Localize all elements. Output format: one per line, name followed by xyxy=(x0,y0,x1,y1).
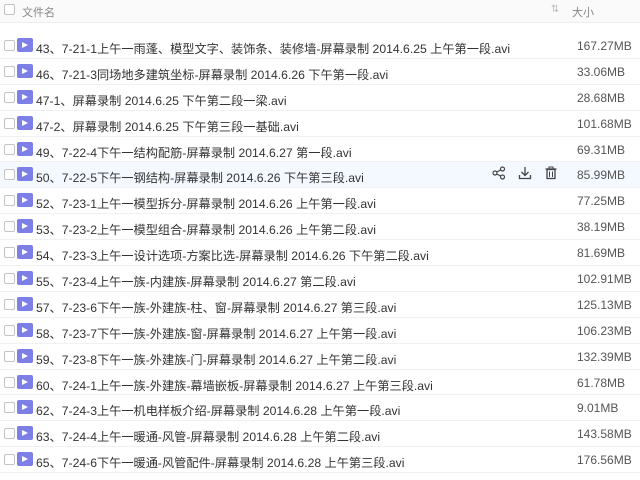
row-checkbox[interactable] xyxy=(4,221,15,233)
file-row[interactable]: 46、7-21-3同场地多建筑坐标-屏幕录制 2014.6.26 下午第一段.a… xyxy=(0,59,640,85)
file-size: 85.99MB xyxy=(577,168,626,183)
file-name[interactable]: 43、7-21-1上午一雨蓬、模型文字、装饰条、装修墙-屏幕录制 2014.6.… xyxy=(36,39,510,57)
file-size: 176.56MB xyxy=(577,453,632,468)
file-size: 77.25MB xyxy=(577,194,626,209)
column-header-name[interactable]: 文件名 xyxy=(22,4,55,20)
video-file-icon xyxy=(17,348,33,363)
file-size: 167.27MB xyxy=(577,39,632,53)
video-file-icon xyxy=(17,271,33,286)
select-all-checkbox[interactable] xyxy=(4,4,15,15)
video-file-icon xyxy=(17,38,33,52)
file-row[interactable]: 50、7-22-5下午一钢结构-屏幕录制 2014.6.26 下午第三段.avi… xyxy=(0,162,640,189)
file-name[interactable]: 47-2、屏幕录制 2014.6.25 下午第三段一基础.avi xyxy=(36,117,299,135)
file-size: 69.31MB xyxy=(577,142,626,157)
file-size: 38.19MB xyxy=(577,220,626,235)
row-checkbox[interactable] xyxy=(4,169,15,181)
file-size: 106.23MB xyxy=(577,323,632,338)
file-size: 81.69MB xyxy=(577,246,626,261)
row-checkbox[interactable] xyxy=(4,376,15,388)
file-row[interactable]: 47-1、屏幕录制 2014.6.25 下午第二段一梁.avi 28.68MB xyxy=(0,85,640,111)
file-row[interactable]: 55、7-23-4上午一族-内建族-屏幕录制 2014.6.27 第二段.avi… xyxy=(0,266,640,292)
row-checkbox[interactable] xyxy=(4,273,15,285)
file-size: 28.68MB xyxy=(577,90,626,105)
video-file-icon xyxy=(17,167,33,182)
file-row[interactable]: 54、7-23-3上午一设计选项-方案比选-屏幕录制 2014.6.26 下午第… xyxy=(0,240,640,267)
video-file-icon xyxy=(17,219,33,234)
file-name[interactable]: 58、7-23-7下午一族-外建族-窗-屏幕录制 2014.6.27 上午第一段… xyxy=(36,324,396,342)
video-file-icon xyxy=(17,374,33,389)
sort-icon[interactable]: ⇅ xyxy=(551,4,559,15)
row-checkbox[interactable] xyxy=(4,143,15,155)
delete-icon[interactable] xyxy=(544,166,562,184)
file-size: 61.78MB xyxy=(577,375,626,390)
video-file-icon xyxy=(17,193,33,208)
file-row[interactable]: 43、7-21-1上午一雨蓬、模型文字、装饰条、装修墙-屏幕录制 2014.6.… xyxy=(0,33,640,59)
file-row[interactable]: 49、7-22-4下午一结构配筋-屏幕录制 2014.6.27 第一段.avi 6… xyxy=(0,137,640,163)
row-checkbox[interactable] xyxy=(4,402,15,414)
row-checkbox[interactable] xyxy=(4,247,15,259)
row-checkbox[interactable] xyxy=(4,91,15,103)
row-checkbox[interactable] xyxy=(4,298,15,310)
file-list-header: 文件名 ⇅ 大小 xyxy=(0,0,640,23)
video-file-icon xyxy=(17,115,33,130)
file-size: 33.06MB xyxy=(577,64,626,79)
row-checkbox[interactable] xyxy=(4,350,15,362)
file-list: 43、7-21-1上午一雨蓬、模型文字、装饰条、装修墙-屏幕录制 2014.6.… xyxy=(0,33,640,474)
file-row[interactable]: 52、7-23-1上午一模型拆分-屏幕录制 2014.6.26 上午第一段.av… xyxy=(0,188,640,215)
file-name[interactable]: 49、7-22-4下午一结构配筋-屏幕录制 2014.6.27 第一段.avi xyxy=(36,143,352,161)
file-name[interactable]: 62、7-24-3上午一机电样板介绍-屏幕录制 2014.6.28 上午第一段.… xyxy=(36,401,400,419)
download-icon[interactable] xyxy=(518,166,536,184)
file-name[interactable]: 65、7-24-6下午一暖通-风管配件-屏幕录制 2014.6.28 上午第三段… xyxy=(36,453,404,471)
video-file-icon xyxy=(17,400,33,415)
row-checkbox[interactable] xyxy=(4,65,15,77)
video-file-icon xyxy=(17,141,33,156)
row-checkbox[interactable] xyxy=(4,117,15,129)
file-name[interactable]: 53、7-23-2上午一模型组合-屏幕录制 2014.6.26 上午第二段.av… xyxy=(36,220,376,238)
file-row[interactable]: 47-2、屏幕录制 2014.6.25 下午第三段一基础.avi 101.68MB xyxy=(0,111,640,137)
file-name[interactable]: 47-1、屏幕录制 2014.6.25 下午第二段一梁.avi xyxy=(36,91,287,109)
file-row[interactable]: 60、7-24-1上午一族-外建族-幕墙嵌板-屏幕录制 2014.6.27 上午… xyxy=(0,370,640,396)
file-name[interactable]: 52、7-23-1上午一模型拆分-屏幕录制 2014.6.26 上午第一段.av… xyxy=(36,194,376,212)
file-row[interactable]: 53、7-23-2上午一模型组合-屏幕录制 2014.6.26 上午第二段.av… xyxy=(0,214,640,241)
row-checkbox[interactable] xyxy=(4,454,15,466)
file-name[interactable]: 50、7-22-5下午一钢结构-屏幕录制 2014.6.26 下午第三段.avi xyxy=(36,168,364,186)
file-row[interactable]: 62、7-24-3上午一机电样板介绍-屏幕录制 2014.6.28 上午第一段.… xyxy=(0,395,640,422)
file-row[interactable]: 65、7-24-6下午一暖通-风管配件-屏幕录制 2014.6.28 上午第三段… xyxy=(0,447,640,474)
file-size: 101.68MB xyxy=(577,116,632,131)
file-size: 9.01MB xyxy=(577,401,619,416)
file-size: 132.39MB xyxy=(577,349,632,364)
file-name[interactable]: 60、7-24-1上午一族-外建族-幕墙嵌板-屏幕录制 2014.6.27 上午… xyxy=(36,376,433,394)
file-name[interactable]: 63、7-24-4上午一暖通-风管-屏幕录制 2014.6.28 上午第二段.a… xyxy=(36,427,380,445)
file-name[interactable]: 55、7-23-4上午一族-内建族-屏幕录制 2014.6.27 第二段.avi xyxy=(36,272,356,290)
row-checkbox[interactable] xyxy=(4,40,15,51)
video-file-icon xyxy=(17,245,33,260)
video-file-icon xyxy=(17,322,33,337)
video-file-icon xyxy=(17,89,33,104)
file-size: 125.13MB xyxy=(577,297,632,312)
column-header-size[interactable]: 大小 xyxy=(572,4,594,20)
file-size: 143.58MB xyxy=(577,427,632,442)
file-name[interactable]: 57、7-23-6下午一族-外建族-柱、窗-屏幕录制 2014.6.27 第三段… xyxy=(36,298,396,316)
video-file-icon xyxy=(17,296,33,311)
video-file-icon xyxy=(17,452,33,467)
file-row[interactable]: 58、7-23-7下午一族-外建族-窗-屏幕录制 2014.6.27 上午第一段… xyxy=(0,318,640,344)
file-row[interactable]: 59、7-23-8下午一族-外建族-门-屏幕录制 2014.6.27 上午第二段… xyxy=(0,344,640,370)
share-icon[interactable] xyxy=(492,166,510,184)
file-size: 102.91MB xyxy=(577,272,632,287)
video-file-icon xyxy=(17,63,33,78)
video-file-icon xyxy=(17,426,33,441)
file-row[interactable]: 63、7-24-4上午一暖通-风管-屏幕录制 2014.6.28 上午第二段.a… xyxy=(0,421,640,448)
row-checkbox[interactable] xyxy=(4,428,15,440)
file-name[interactable]: 46、7-21-3同场地多建筑坐标-屏幕录制 2014.6.26 下午第一段.a… xyxy=(36,65,388,83)
row-checkbox[interactable] xyxy=(4,324,15,336)
row-checkbox[interactable] xyxy=(4,195,15,207)
file-row[interactable]: 57、7-23-6下午一族-外建族-柱、窗-屏幕录制 2014.6.27 第三段… xyxy=(0,292,640,318)
file-name[interactable]: 54、7-23-3上午一设计选项-方案比选-屏幕录制 2014.6.26 下午第… xyxy=(36,246,429,264)
file-name[interactable]: 59、7-23-8下午一族-外建族-门-屏幕录制 2014.6.27 上午第二段… xyxy=(36,350,396,368)
